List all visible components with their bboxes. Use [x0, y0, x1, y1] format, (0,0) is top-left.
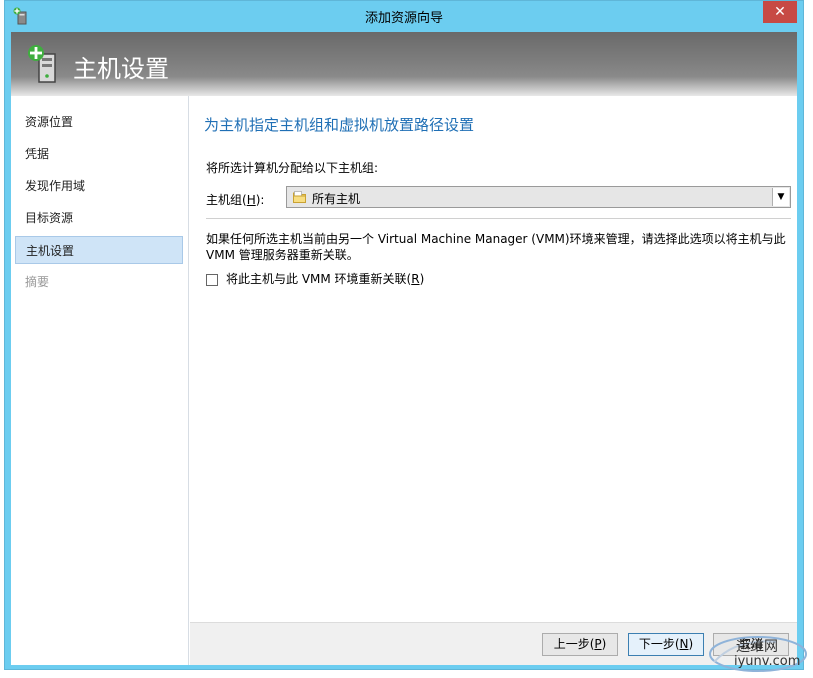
next-button[interactable]: 下一步(N) — [628, 633, 704, 656]
dropdown-arrow-button[interactable]: ▼ — [772, 188, 789, 206]
folder-icon — [293, 191, 306, 203]
client-area: 主机设置 资源位置 凭据 发现作用域 目标资源 主机设置 摘要 为主机指定主机组 — [11, 32, 797, 665]
sidebar-item-label: 摘要 — [25, 275, 50, 289]
reassociate-checkbox[interactable] — [206, 273, 218, 286]
wizard-steps-sidebar: 资源位置 凭据 发现作用域 目标资源 主机设置 摘要 — [11, 96, 189, 665]
close-button[interactable]: ✕ — [763, 1, 797, 23]
sidebar-item-credentials[interactable]: 凭据 — [15, 140, 183, 168]
wizard-window: 添加资源向导 ✕ 主机设置 资源位置 凭据 发现作用域 目标资源 主机设置 摘要… — [4, 0, 804, 670]
sidebar-item-summary: 摘要 — [15, 268, 183, 296]
window-title: 添加资源向导 — [364, 11, 443, 26]
close-icon: ✕ — [774, 4, 786, 20]
reassociate-checkbox-label[interactable]: 将此主机与此 VMM 环境重新关联(R) — [226, 272, 424, 286]
sidebar-item-resource-location[interactable]: 资源位置 — [15, 108, 183, 136]
sidebar-item-label: 资源位置 — [25, 115, 74, 129]
reassociate-info-text: 如果任何所选主机当前由另一个 Virtual Machine Manager (… — [206, 232, 786, 262]
section-title: 为主机指定主机组和虚拟机放置路径设置 — [204, 116, 475, 134]
page-title: 主机设置 — [73, 55, 169, 83]
sidebar-item-label: 凭据 — [25, 147, 50, 161]
main-panel: 为主机指定主机组和虚拟机放置路径设置 将所选计算机分配给以下主机组: 主机组(H… — [190, 96, 797, 622]
watermark-text: 运维网 — [736, 639, 778, 655]
chevron-down-icon: ▼ — [777, 192, 785, 202]
sidebar-item-label: 主机设置 — [26, 244, 75, 258]
sidebar-item-label: 发现作用域 — [25, 179, 86, 193]
title-bar[interactable]: 添加资源向导 ✕ — [5, 1, 803, 31]
host-group-label: 主机组(H): — [206, 193, 265, 207]
page-header: 主机设置 — [11, 32, 797, 96]
reassociate-checkbox-row[interactable]: 将此主机与此 VMM 环境重新关联(R) — [206, 272, 424, 286]
site-watermark: 运维网 iyunv.com — [706, 628, 810, 674]
assign-host-group-label: 将所选计算机分配给以下主机组: — [206, 161, 379, 175]
server-add-icon — [28, 45, 56, 83]
divider — [206, 218, 791, 219]
host-group-value: 所有主机 — [312, 192, 361, 206]
watermark-url: iyunv.com — [734, 654, 801, 669]
sidebar-item-discovery-scope[interactable]: 发现作用域 — [15, 172, 183, 200]
sidebar-item-host-settings[interactable]: 主机设置 — [15, 236, 183, 264]
sidebar-item-target-resources[interactable]: 目标资源 — [15, 204, 183, 232]
previous-button[interactable]: 上一步(P) — [542, 633, 618, 656]
host-group-select[interactable]: 所有主机 ▼ — [286, 186, 791, 208]
sidebar-item-label: 目标资源 — [25, 211, 74, 225]
